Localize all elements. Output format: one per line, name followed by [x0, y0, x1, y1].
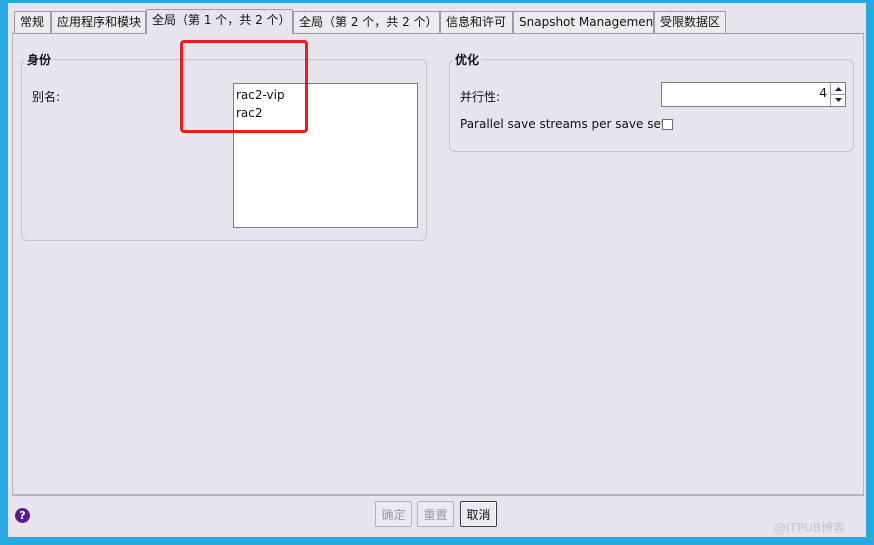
spin-down-button[interactable]	[831, 94, 845, 105]
parallelism-spinbox[interactable]: 4	[661, 82, 846, 107]
help-icon[interactable]: ?	[15, 508, 30, 523]
alias-label: 别名:	[32, 90, 61, 104]
watermark-text: @ITPUB博客	[774, 521, 846, 535]
tab-snapshot-management[interactable]: Snapshot Management	[513, 11, 658, 33]
parallel-streams-checkbox[interactable]	[662, 119, 673, 130]
arrow-down-icon	[834, 97, 842, 102]
tab-globals-2[interactable]: 全局（第 2 个，共 2 个）	[293, 11, 440, 33]
properties-dialog: 常规 应用程序和模块 全局（第 1 个，共 2 个） 全局（第 2 个，共 2 …	[8, 3, 866, 537]
footer-divider	[12, 495, 864, 496]
tab-apps-modules[interactable]: 应用程序和模块	[51, 11, 146, 33]
tab-bar: 常规 应用程序和模块 全局（第 1 个，共 2 个） 全局（第 2 个，共 2 …	[8, 3, 866, 34]
optimization-group: 优化 并行性: 4 Parallel save streams per save…	[449, 51, 854, 152]
window-frame-left	[0, 0, 8, 545]
tab-globals-1[interactable]: 全局（第 1 个，共 2 个）	[146, 9, 293, 34]
parallel-streams-label: Parallel save streams per save set:	[460, 117, 670, 131]
reset-button[interactable]: 重置	[417, 501, 454, 527]
spin-buttons	[830, 83, 845, 106]
ok-button[interactable]: 确定	[375, 501, 412, 527]
tab-general[interactable]: 常规	[14, 11, 51, 33]
parallelism-label: 并行性:	[460, 90, 501, 104]
optimization-group-title: 优化	[453, 51, 482, 68]
tab-content-panel: 身份 别名: rac2-vip rac2 优化 并行性: 4 Parallel …	[12, 34, 864, 495]
identity-group-title: 身份	[25, 51, 54, 68]
tab-info-license[interactable]: 信息和许可	[440, 11, 513, 33]
parallelism-value: 4	[819, 86, 827, 100]
window-frame-right	[866, 0, 874, 545]
tab-restricted-datazone[interactable]: 受限数据区	[654, 11, 726, 33]
window-frame-bottom	[0, 537, 874, 545]
arrow-up-icon	[834, 86, 842, 91]
cancel-button[interactable]: 取消	[460, 501, 497, 527]
highlight-annotation	[180, 40, 308, 133]
